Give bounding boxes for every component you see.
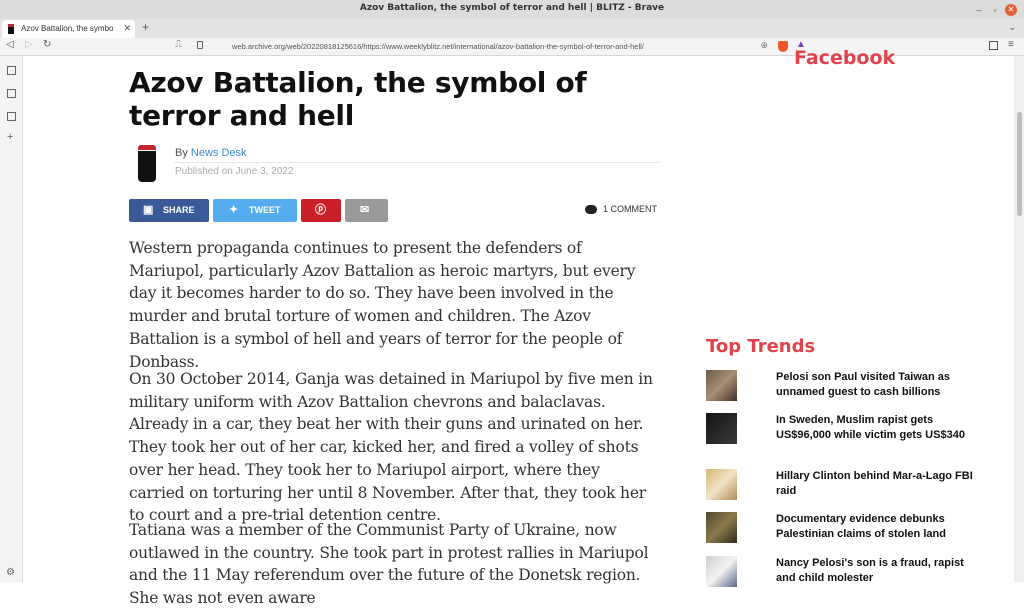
- minimize-icon[interactable]: –: [973, 4, 985, 16]
- article-paragraph: Tatiana was a member of the Communist Pa…: [129, 521, 649, 608]
- author-link[interactable]: News Desk: [191, 147, 247, 159]
- facebook-section-title: Facebook: [794, 47, 896, 69]
- twitter-icon: ✦: [229, 204, 239, 216]
- sidebar-add-icon[interactable]: +: [7, 131, 13, 143]
- author-avatar: [138, 145, 156, 182]
- sidebar-toggle-icon[interactable]: [989, 41, 998, 50]
- article-headline: Azov Battalion, the symbol of terror and…: [129, 66, 587, 132]
- forward-icon[interactable]: ▷: [25, 39, 33, 50]
- twitter-share-button[interactable]: ✦ TWEET: [213, 199, 297, 222]
- back-icon[interactable]: ◁: [6, 39, 14, 50]
- trend-title[interactable]: In Sweden, Muslim rapist gets US$96,000 …: [776, 413, 976, 442]
- reload-icon[interactable]: ↻: [43, 39, 51, 50]
- sidebar-reading-list-icon[interactable]: [7, 112, 16, 121]
- article-paragraph: On 30 October 2014, Ganja was detained i…: [129, 370, 653, 525]
- comment-bubble-icon: [585, 205, 597, 215]
- tab-active[interactable]: Azov Battalion, the symbo ✕: [2, 20, 135, 38]
- site-favicon-icon: [8, 24, 14, 34]
- tab-close-icon[interactable]: ✕: [123, 23, 131, 34]
- menu-icon[interactable]: ≡: [1008, 39, 1014, 50]
- trend-thumbnail[interactable]: [706, 469, 737, 500]
- byline-divider: [175, 162, 660, 163]
- email-icon: ✉: [360, 204, 370, 216]
- article-paragraph: Western propaganda continues to present …: [129, 239, 636, 371]
- close-window-icon[interactable]: ✕: [1005, 4, 1017, 16]
- left-sidebar: + ⚙: [0, 56, 23, 582]
- facebook-share-button[interactable]: ▣ SHARE: [129, 199, 209, 222]
- page-scrollbar[interactable]: [1014, 56, 1024, 582]
- trend-title[interactable]: Nancy Pelosi's son is a fraud, rapist an…: [776, 556, 976, 585]
- address-bar[interactable]: web.archive.org/web/20220818125616/https…: [190, 39, 774, 55]
- new-tab-icon[interactable]: +: [142, 20, 149, 34]
- trend-title[interactable]: Documentary evidence debunks Palestinian…: [776, 512, 976, 541]
- published-date: Published on June 3, 2022: [175, 166, 294, 177]
- pinterest-icon: ⓟ: [315, 204, 326, 216]
- zoom-icon[interactable]: ⊕: [760, 40, 768, 51]
- sidebar-video-icon[interactable]: [7, 66, 16, 75]
- trend-thumbnail[interactable]: [706, 370, 737, 401]
- sidebar-settings-icon[interactable]: ⚙: [6, 567, 15, 578]
- trend-thumbnail[interactable]: [706, 512, 737, 543]
- comments-count: 1 COMMENT: [603, 204, 657, 214]
- facebook-icon: ▣: [143, 204, 154, 216]
- window-title: Azov Battalion, the symbol of terror and…: [359, 3, 665, 13]
- trend-title[interactable]: Hillary Clinton behind Mar-a-Lago FBI ra…: [776, 469, 976, 498]
- brave-shields-icon[interactable]: [778, 41, 788, 52]
- email-share-button[interactable]: ✉: [345, 199, 388, 222]
- pinterest-share-button[interactable]: ⓟ: [301, 199, 341, 222]
- maximize-icon[interactable]: ▫: [989, 4, 1001, 16]
- scrollbar-thumb[interactable]: [1017, 112, 1022, 216]
- lock-icon: [197, 41, 203, 49]
- trend-thumbnail[interactable]: [706, 413, 737, 444]
- sidebar-bookmarks-icon[interactable]: [7, 89, 16, 98]
- byline-prefix: By: [175, 147, 188, 159]
- trend-thumbnail[interactable]: [706, 556, 737, 587]
- url-text[interactable]: web.archive.org/web/20220818125616/https…: [232, 42, 644, 51]
- comments-link[interactable]: 1 COMMENT: [585, 204, 657, 215]
- top-trends-title: Top Trends: [706, 336, 816, 357]
- trend-title[interactable]: Pelosi son Paul visited Taiwan as unname…: [776, 370, 976, 399]
- tab-strip: Azov Battalion, the symbo ✕ + ⌄: [0, 19, 1024, 38]
- bookmark-icon[interactable]: ⎍: [175, 39, 182, 50]
- tab-title: Azov Battalion, the symbo: [21, 24, 114, 33]
- tab-list-chevron-icon[interactable]: ⌄: [1008, 22, 1016, 33]
- byline: By News Desk: [175, 147, 247, 159]
- window-title-bar: Azov Battalion, the symbol of terror and…: [0, 0, 1024, 19]
